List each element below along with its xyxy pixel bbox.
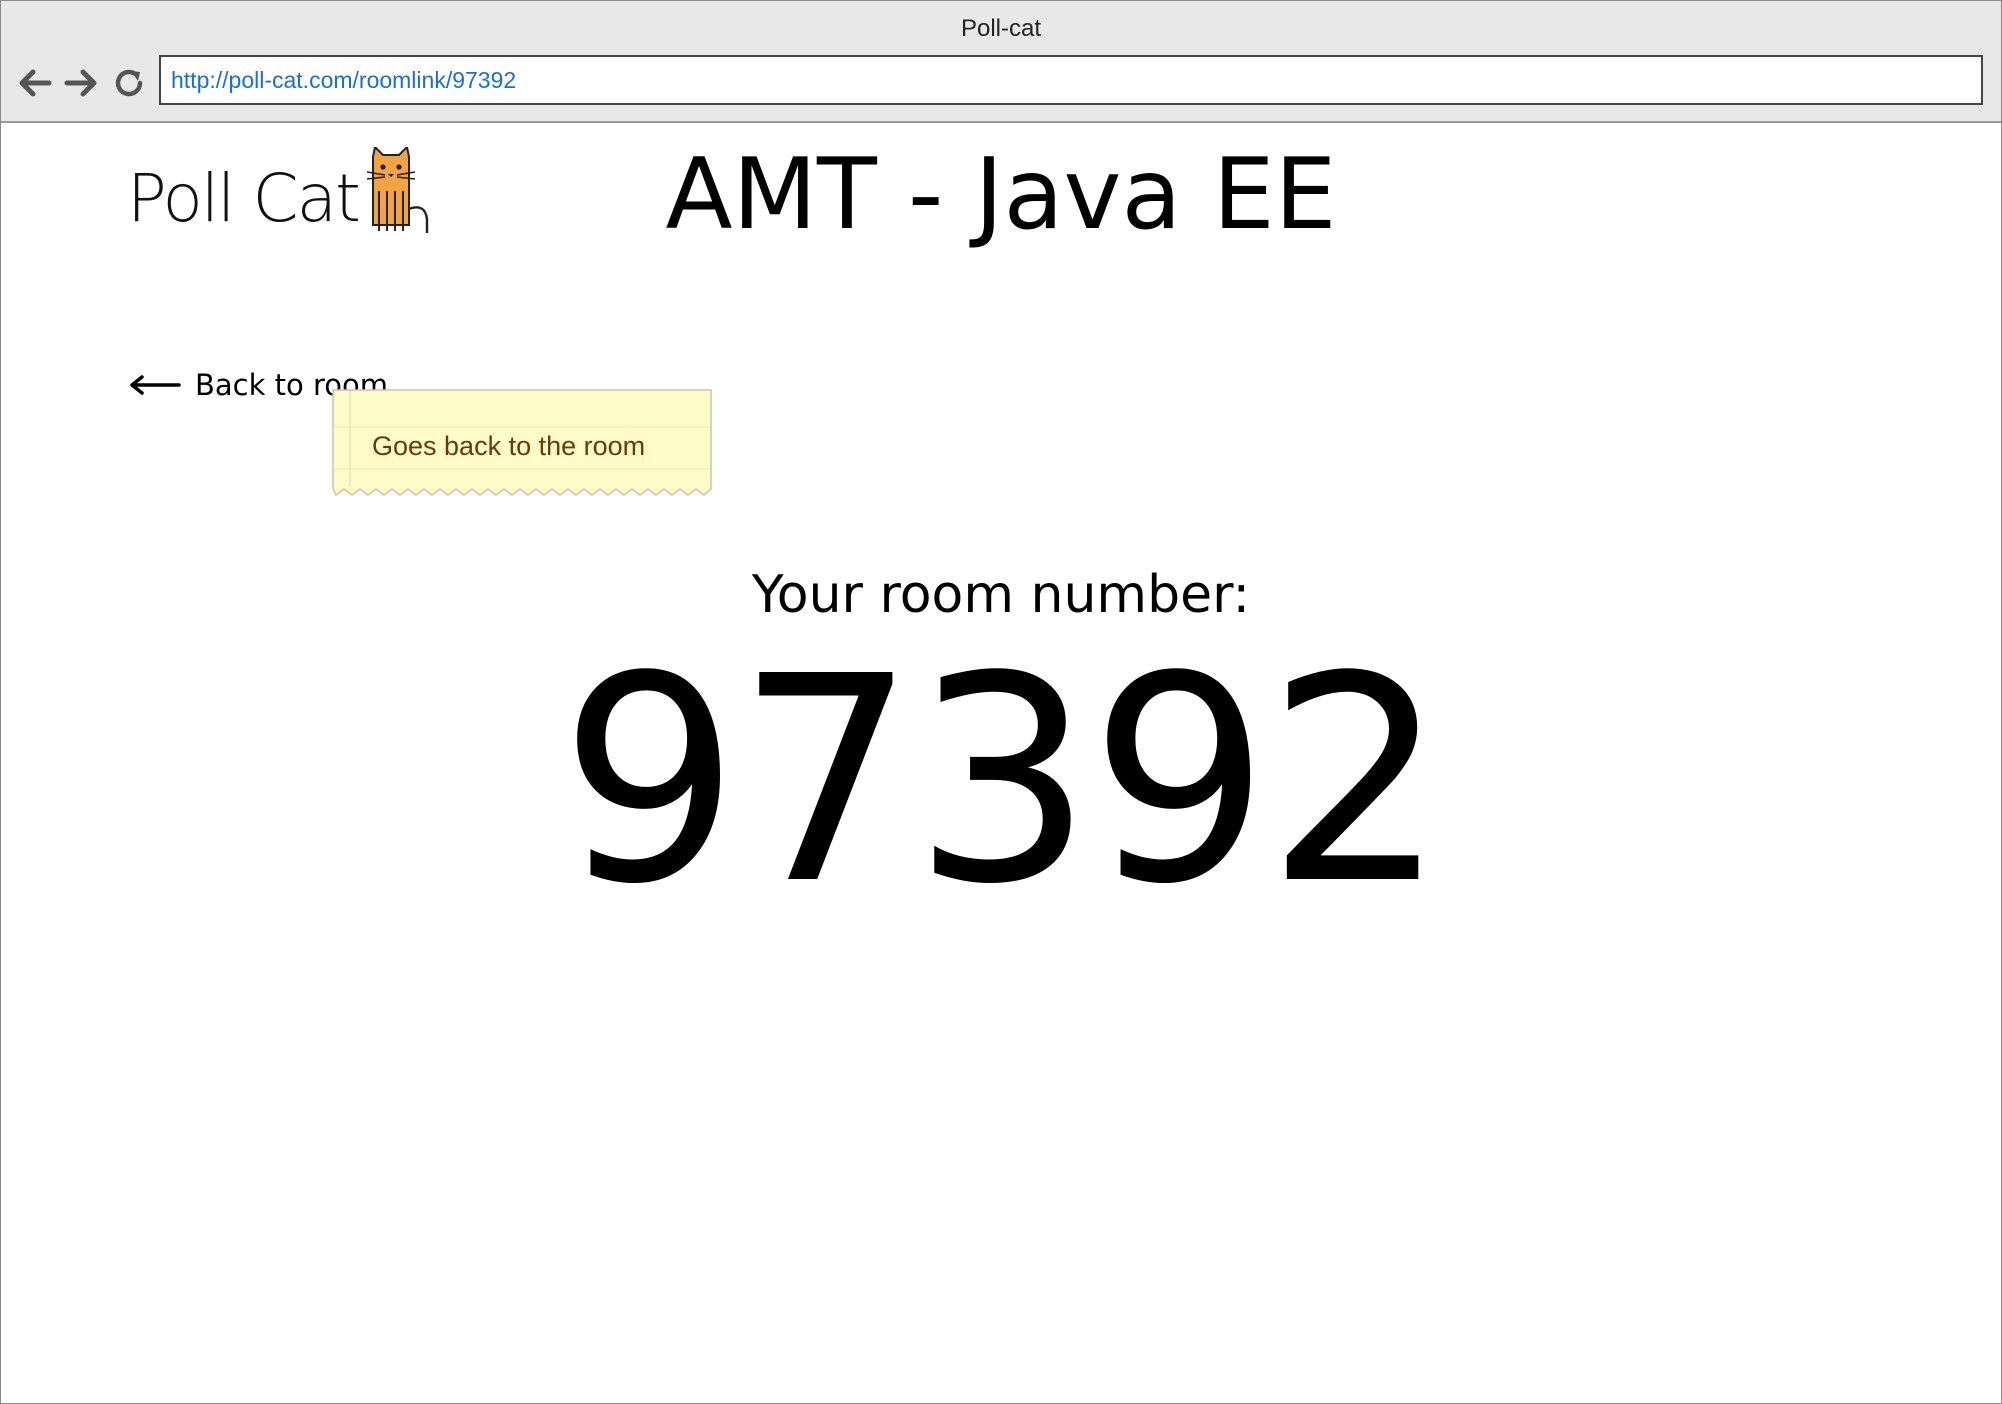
arrow-right-icon xyxy=(64,69,97,97)
cat-icon xyxy=(365,147,437,233)
room-number: 97392 xyxy=(559,615,1446,946)
arrow-left-icon xyxy=(19,69,52,97)
tooltip-text: Goes back to the room xyxy=(372,431,646,461)
logo-text: Poll Cat xyxy=(127,160,361,237)
window-title: Poll-cat xyxy=(960,15,1042,42)
back-button[interactable] xyxy=(15,63,55,103)
poll-cat-logo[interactable]: Poll Cat xyxy=(127,147,447,237)
address-bar[interactable]: http://poll-cat.com/roomlink/97392 xyxy=(159,55,1983,105)
reload-button[interactable] xyxy=(109,63,149,103)
page-title: AMT - Java EE xyxy=(665,138,1337,252)
tooltip-note: Goes back to the room xyxy=(332,389,712,499)
browser-toolbar: Poll-cat http://poll-cat.com/roomlink/97… xyxy=(1,1,2001,123)
forward-button[interactable] xyxy=(61,63,101,103)
long-arrow-left-icon xyxy=(130,375,181,395)
browser-window: Poll-cat http://poll-cat.com/roomlink/97… xyxy=(0,0,2002,1404)
reload-icon xyxy=(115,69,143,97)
